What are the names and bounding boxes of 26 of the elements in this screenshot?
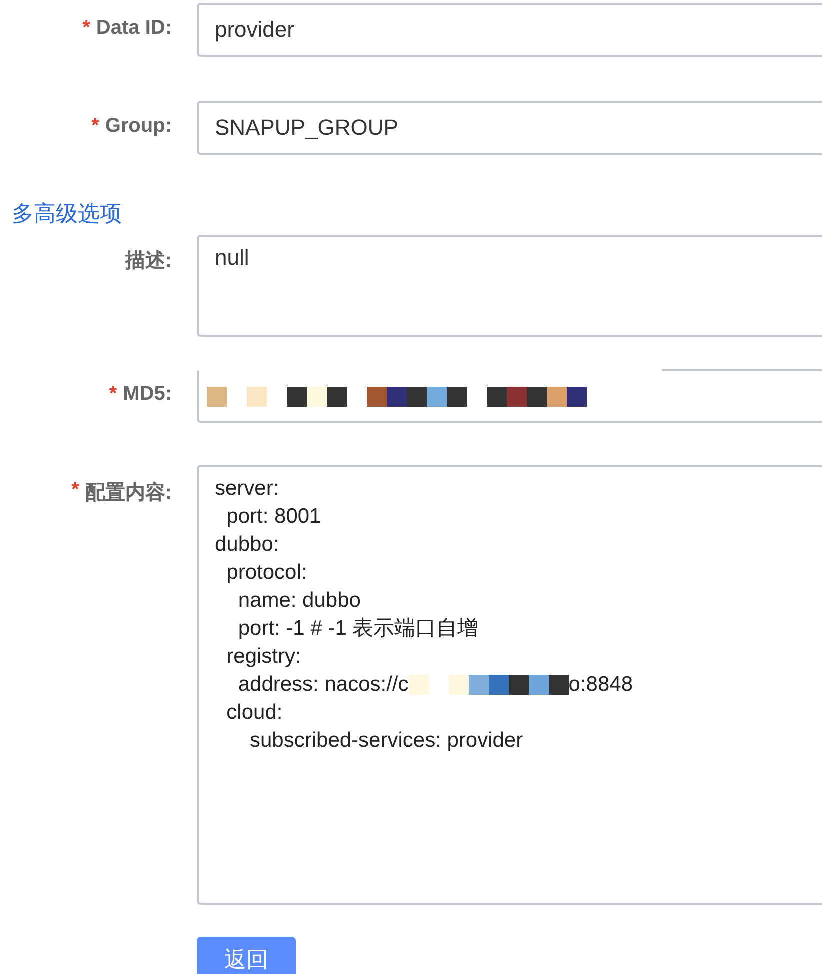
required-asterisk: *	[72, 479, 80, 503]
textarea-field[interactable]: null	[197, 235, 822, 337]
field-label: 描述:	[125, 249, 172, 274]
code-line: server:	[215, 476, 280, 502]
code-line: dubbo:	[215, 532, 280, 558]
code-line: cloud:	[226, 700, 283, 726]
code-line: o:8848	[568, 672, 633, 698]
field-label: Data ID:	[96, 17, 172, 40]
code-line: address: nacos://c	[237, 672, 409, 698]
required-asterisk: *	[109, 383, 118, 406]
field-label: 配置内容:	[85, 480, 172, 506]
text-field[interactable]: SNAPUP_GROUP	[197, 101, 822, 155]
required-asterisk: *	[92, 115, 100, 138]
code-line: protocol:	[226, 560, 308, 586]
field-label: Group:	[105, 115, 172, 138]
code-line: port: -1 # -1 表示端口自增	[237, 616, 479, 642]
md5-field[interactable]	[197, 369, 822, 423]
text-field[interactable]: provider	[197, 3, 822, 57]
field-label: MD5:	[123, 383, 172, 406]
code-line: name: dubbo	[237, 588, 361, 614]
code-editor[interactable]: server: port: 8001 dubbo: protocol: name: dubbo port: -1 # -1 表示端口自增 registry: address: nacos://c o:8848 cloud: subscribed-services: provider	[197, 465, 822, 905]
advanced-options-link[interactable]: 多高级选项	[12, 199, 122, 229]
code-line: registry:	[226, 644, 302, 670]
code-line: subscribed-services: provider	[249, 728, 524, 754]
code-line: port: 8001	[226, 504, 322, 530]
required-asterisk: *	[82, 17, 90, 40]
